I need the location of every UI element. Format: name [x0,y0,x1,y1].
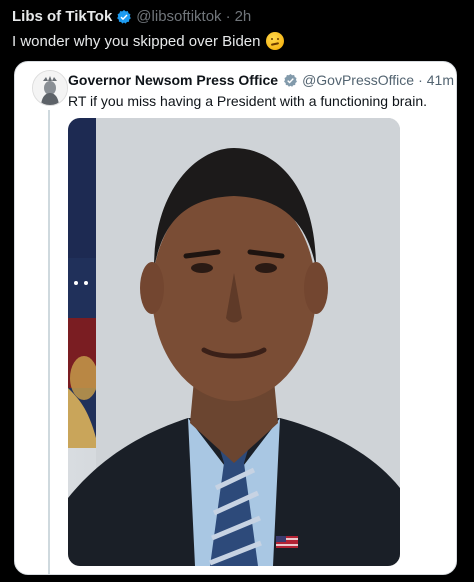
portrait-photo[interactable] [68,118,400,566]
quoted-tweet-header: Governor Newsom Press Office @GovPressOf… [68,72,454,88]
outer-tweet-text-row: I wonder why you skipped over Biden [12,32,285,50]
avatar[interactable] [32,70,68,106]
quoted-tweet-text: RT if you miss having a President with a… [68,93,428,109]
quoted-separator: · [418,72,423,88]
outer-separator: · [225,8,231,25]
blue-verified-badge-icon [116,9,132,25]
quoted-timestamp[interactable]: 41m [427,72,454,88]
thread-line [48,110,50,574]
outer-tweet-header: Libs of TikTok @libsoftiktok · 2h [12,8,251,25]
outer-timestamp[interactable]: 2h [235,8,252,25]
outer-tweet-text: I wonder why you skipped over Biden [12,32,261,50]
thinking-face-icon [266,32,285,50]
outer-display-name[interactable]: Libs of TikTok [12,8,112,25]
quoted-tweet-card[interactable]: Governor Newsom Press Office @GovPressOf… [14,61,457,575]
portrait-illustration [68,118,400,566]
outer-handle[interactable]: @libsoftiktok [136,8,221,25]
quoted-display-name[interactable]: Governor Newsom Press Office [68,72,278,88]
quoted-handle[interactable]: @GovPressOffice [302,72,414,88]
gray-verified-badge-icon [282,72,298,88]
